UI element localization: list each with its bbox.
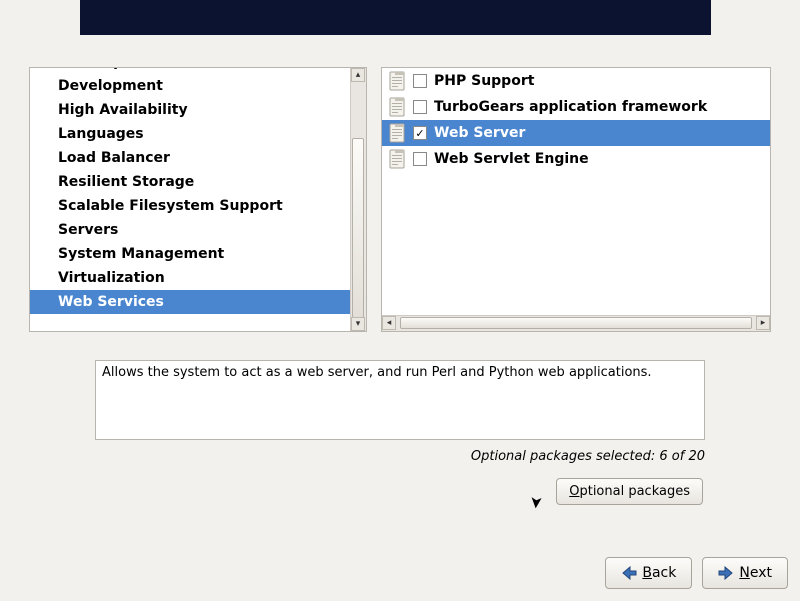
package-row[interactable]: TurboGears application framework	[382, 94, 770, 120]
package-label: Web Server	[434, 125, 525, 141]
scroll-right-icon[interactable]: ▸	[756, 316, 770, 330]
scroll-thumb[interactable]	[352, 138, 364, 318]
package-icon	[388, 149, 406, 169]
button-label: Next	[739, 565, 772, 581]
category-scrollbar[interactable]: ▴ ▾	[350, 68, 366, 331]
category-item[interactable]: Virtualization	[30, 266, 350, 290]
optional-packages-button[interactable]: Optional packages	[556, 478, 703, 505]
package-hscrollbar[interactable]: ◂ ▸	[382, 315, 770, 331]
category-item[interactable]: Load Balancer	[30, 146, 350, 170]
package-list-box: PHP Support TurboGears application framew…	[381, 67, 771, 332]
scroll-thumb[interactable]	[400, 317, 752, 329]
package-checkbox[interactable]	[413, 152, 427, 166]
package-row[interactable]: Web Servlet Engine	[382, 146, 770, 172]
button-label: Back	[642, 565, 676, 581]
package-checkbox[interactable]	[413, 74, 427, 88]
scroll-down-icon[interactable]: ▾	[351, 317, 365, 331]
description-text: Allows the system to act as a web server…	[102, 365, 652, 380]
category-item[interactable]: Web Services	[30, 290, 350, 314]
package-label: Web Servlet Engine	[434, 151, 589, 167]
scroll-left-icon[interactable]: ◂	[382, 316, 396, 330]
category-list-box: DesktopsDevelopmentHigh AvailabilityLang…	[29, 67, 367, 332]
header-banner	[80, 0, 711, 35]
arrow-right-icon	[718, 566, 734, 580]
package-icon	[388, 71, 406, 91]
category-list[interactable]: DesktopsDevelopmentHigh AvailabilityLang…	[30, 68, 350, 331]
package-icon	[388, 123, 406, 143]
description-box: Allows the system to act as a web server…	[95, 360, 705, 440]
back-button[interactable]: Back	[605, 557, 692, 589]
nav-buttons: Back Next	[605, 557, 788, 589]
category-item[interactable]: Resilient Storage	[30, 170, 350, 194]
category-item[interactable]: Development	[30, 74, 350, 98]
category-item[interactable]: System Management	[30, 242, 350, 266]
category-item[interactable]: Scalable Filesystem Support	[30, 194, 350, 218]
package-row[interactable]: ✓ Web Server	[382, 120, 770, 146]
package-checkbox[interactable]: ✓	[413, 126, 427, 140]
button-label: Optional packages	[569, 484, 690, 499]
package-icon	[388, 97, 406, 117]
category-item[interactable]: Languages	[30, 122, 350, 146]
optional-count-label: Optional packages selected: 6 of 20	[471, 449, 705, 464]
package-label: TurboGears application framework	[434, 99, 707, 115]
scroll-up-icon[interactable]: ▴	[351, 68, 365, 82]
package-list[interactable]: PHP Support TurboGears application framew…	[382, 68, 770, 315]
package-label: PHP Support	[434, 73, 534, 89]
arrow-left-icon	[621, 566, 637, 580]
mouse-cursor-icon: ➤	[527, 495, 547, 510]
next-button[interactable]: Next	[702, 557, 788, 589]
category-item[interactable]: High Availability	[30, 98, 350, 122]
selection-panes: DesktopsDevelopmentHigh AvailabilityLang…	[29, 67, 772, 332]
package-row[interactable]: PHP Support	[382, 68, 770, 94]
category-item[interactable]: Servers	[30, 218, 350, 242]
package-checkbox[interactable]	[413, 100, 427, 114]
